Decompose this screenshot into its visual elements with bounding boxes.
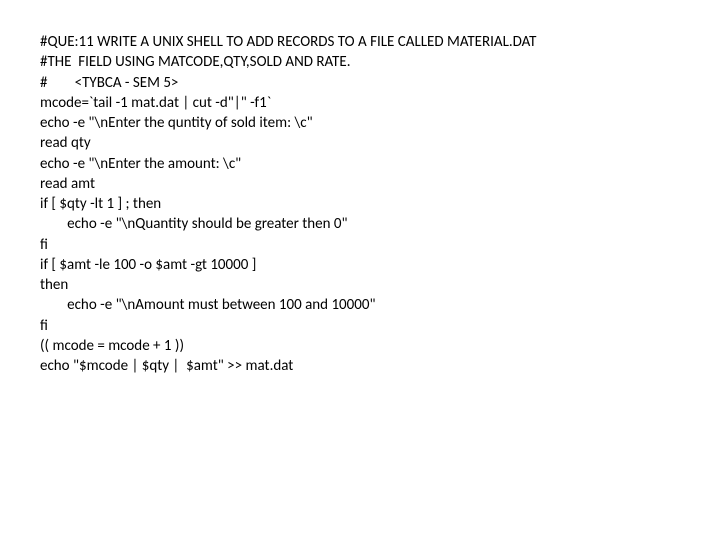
code-line: (( mcode = mcode + 1 ))	[40, 336, 680, 356]
code-line: echo -e "\nEnter the amount: \c"	[40, 154, 680, 174]
code-line: if [ $amt -le 100 -o $amt -gt 10000 ]	[40, 255, 680, 275]
code-line: echo -e "\nAmount must between 100 and 1…	[40, 295, 680, 315]
code-line: echo -e "\nEnter the quntity of sold ite…	[40, 113, 680, 133]
code-line: mcode=`tail -1 mat.dat | cut -d"|" -f1`	[40, 93, 680, 113]
code-line: echo "$mcode | $qty | $amt" >> mat.dat	[40, 356, 680, 376]
code-line: fi	[40, 316, 680, 336]
code-line: then	[40, 275, 680, 295]
code-line: #THE FIELD USING MATCODE,QTY,SOLD AND RA…	[40, 52, 680, 72]
code-line: read qty	[40, 133, 680, 153]
code-line: read amt	[40, 174, 680, 194]
document-page: #QUE:11 WRITE A UNIX SHELL TO ADD RECORD…	[0, 0, 720, 376]
code-line: fi	[40, 235, 680, 255]
code-line: if [ $qty -lt 1 ] ; then	[40, 194, 680, 214]
code-line: # <TYBCA - SEM 5>	[40, 73, 680, 93]
code-line: echo -e "\nQuantity should be greater th…	[40, 214, 680, 234]
code-line: #QUE:11 WRITE A UNIX SHELL TO ADD RECORD…	[40, 32, 680, 52]
